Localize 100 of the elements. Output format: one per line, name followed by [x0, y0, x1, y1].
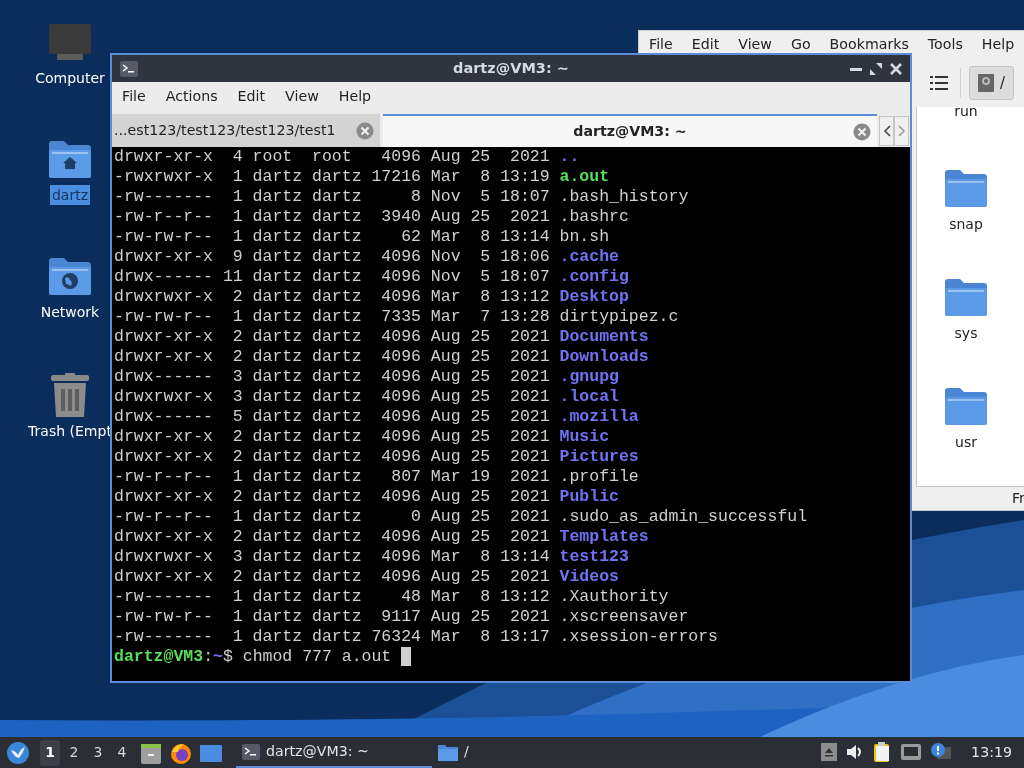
file-name: Music	[559, 427, 610, 447]
workspace-button[interactable]: 2	[64, 739, 84, 766]
menu-item[interactable]: Tools	[927, 34, 973, 56]
file-name: .mozilla	[559, 407, 639, 427]
file-details: -rw-r--r-- 1 dartz dartz 3940 Aug 25 2021	[114, 207, 550, 227]
file-details: drwxr-xr-x 4 root root 4096 Aug 25 2021	[114, 147, 550, 167]
prompt-user: dartz@VM3	[114, 647, 204, 667]
close-icon[interactable]	[890, 62, 902, 75]
file-details: -rw------- 1 dartz dartz 48 Mar 8 13:12	[114, 587, 550, 607]
desktop-icon-label[interactable]: Network	[38, 302, 102, 322]
file-details: -rw------- 1 dartz dartz 76324 Mar 8 13:17	[114, 627, 550, 647]
folder-label[interactable]: sys	[954, 324, 978, 342]
file-details: -rw-rw-r-- 1 dartz dartz 7335 Mar 7 13:28	[114, 307, 550, 327]
desktop-icon-label[interactable]: Computer	[33, 68, 107, 88]
location-button[interactable]: /	[969, 66, 1015, 100]
menu-item[interactable]: Help	[981, 34, 1024, 56]
file-details: drwxrwxr-x 3 dartz dartz 4096 Aug 25 2021	[114, 387, 550, 407]
prompt-symbol: $	[222, 647, 233, 667]
file-details: drwxr-xr-x 2 dartz dartz 4096 Aug 25 2021	[114, 427, 550, 447]
file-name: .local	[559, 387, 619, 407]
folder-label[interactable]: snap	[949, 215, 983, 233]
drive-icon	[978, 74, 994, 92]
chevron-left-icon	[882, 124, 891, 137]
file-name: Pictures	[559, 447, 639, 467]
command-text: chmod 777 a.out	[242, 647, 392, 667]
menu-item[interactable]: File	[649, 34, 683, 56]
file-details: drwxr-xr-x 2 dartz dartz 4096 Aug 25 2021	[114, 327, 550, 347]
menu-item[interactable]: Edit	[691, 34, 730, 56]
file-name: Public	[559, 487, 619, 507]
file-name: Downloads	[559, 347, 649, 367]
file-name: Templates	[559, 527, 649, 547]
tab-label[interactable]: dartz@VM3: ~	[573, 120, 687, 143]
notification-icon[interactable]	[931, 743, 952, 762]
maximize-icon[interactable]	[870, 62, 882, 75]
folder-icon[interactable]	[945, 388, 987, 425]
taskbar-button[interactable]: dartz@VM3: ~	[236, 737, 432, 768]
menu-item[interactable]: Edit	[237, 86, 266, 108]
file-name: dirtypipez.c	[559, 307, 679, 327]
file-details: drwxr-xr-x 2 dartz dartz 4096 Aug 25 2021	[114, 447, 550, 467]
network-folder-icon	[49, 258, 91, 298]
folder-icon	[438, 742, 458, 761]
file-details: drwx------ 11 dartz dartz 4096 Nov 5 18:07	[114, 267, 550, 287]
folder-label[interactable]: usr	[955, 433, 977, 451]
network-icon[interactable]	[901, 744, 922, 761]
file-details: -rw------- 1 dartz dartz 8 Nov 5 18:07	[114, 187, 550, 207]
file-details: -rw-r--r-- 1 dartz dartz 0 Aug 25 2021	[114, 507, 550, 527]
folder-label[interactable]: run	[954, 107, 978, 120]
file-name: a.out	[559, 167, 610, 187]
file-details: drwxr-xr-x 2 dartz dartz 4096 Aug 25 2021	[114, 527, 550, 547]
file-name: .xscreensaver	[559, 607, 689, 627]
tab-label[interactable]: ...est123/test123/test123/test1	[114, 119, 336, 142]
prompt-path: ~	[213, 647, 223, 667]
file-details: drwx------ 5 dartz dartz 4096 Aug 25 2021	[114, 407, 550, 427]
clipboard-icon[interactable]	[873, 742, 892, 763]
desktop-icon-label[interactable]: Trash (Empt	[26, 421, 114, 441]
file-cabinet-icon[interactable]	[140, 741, 162, 764]
trash-icon	[49, 373, 91, 417]
status-text: Fr	[1011, 489, 1024, 508]
menu-item[interactable]: Go	[790, 34, 821, 56]
volume-icon[interactable]	[847, 744, 864, 761]
file-name: .bashrc	[559, 207, 629, 227]
menu-item[interactable]: Actions	[165, 86, 218, 108]
file-name: .bash_history	[559, 187, 689, 207]
workspace-button[interactable]: 4	[112, 739, 132, 766]
prompt-separator: :	[203, 647, 214, 667]
folder-icon[interactable]	[945, 170, 987, 207]
file-name: bn.sh	[559, 227, 610, 247]
file-name: .profile	[559, 467, 639, 487]
window-icon[interactable]	[200, 742, 222, 763]
menu-item[interactable]: View	[738, 34, 782, 56]
file-details: -rwxrwxr-x 1 dartz dartz 17216 Mar 8 13:19	[114, 167, 550, 187]
file-name: ..	[559, 147, 580, 167]
file-name: Videos	[559, 567, 619, 587]
workspace-button[interactable]: 3	[88, 739, 108, 766]
logo-icon[interactable]	[6, 740, 30, 765]
file-name: .sudo_as_admin_successful	[559, 507, 808, 527]
file-details: drwxr-xr-x 9 dartz dartz 4096 Nov 5 18:06	[114, 247, 550, 267]
text-cursor	[401, 647, 412, 666]
eject-icon[interactable]	[821, 743, 838, 762]
tab[interactable]: ...est123/test123/test123/test1	[112, 114, 380, 147]
file-name: Documents	[559, 327, 649, 347]
fox-globe-icon[interactable]	[170, 741, 192, 764]
close-tab-icon[interactable]	[356, 121, 374, 140]
terminal-icon	[242, 743, 260, 760]
menu-item[interactable]: Help	[338, 86, 372, 108]
menu-item[interactable]: View	[285, 86, 319, 108]
menu-item[interactable]: File	[122, 86, 146, 108]
terminal-icon	[120, 60, 138, 77]
menu-item[interactable]: Bookmarks	[829, 34, 919, 56]
folder-icon[interactable]	[945, 279, 987, 316]
workspace-button[interactable]: 1	[40, 739, 60, 766]
scroll-left-button[interactable]	[879, 115, 894, 146]
file-details: -rw-r--r-- 1 dartz dartz 807 Mar 19 2021	[114, 467, 550, 487]
close-tab-icon[interactable]	[853, 122, 871, 141]
desktop-icon-label[interactable]: dartz	[49, 185, 91, 205]
file-details: drwx------ 3 dartz dartz 4096 Aug 25 2021	[114, 367, 550, 387]
tab[interactable]: dartz@VM3: ~	[383, 114, 877, 147]
list-view-icon[interactable]	[930, 76, 948, 90]
taskbar-button[interactable]: /	[432, 737, 475, 768]
file-name: test123	[559, 547, 629, 567]
